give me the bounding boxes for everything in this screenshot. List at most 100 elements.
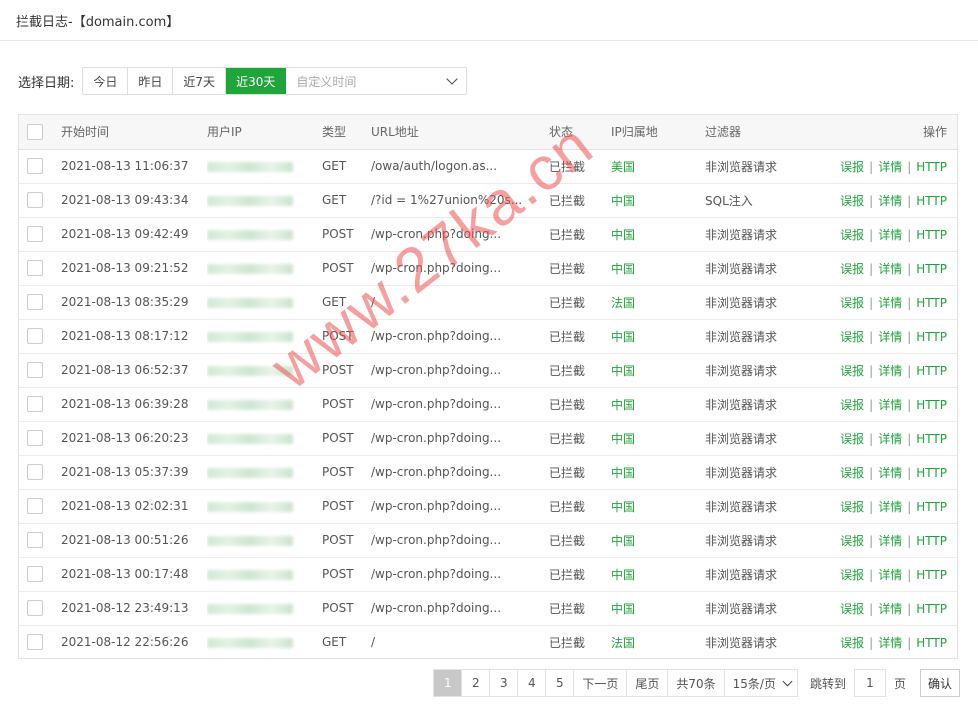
row-checkbox[interactable] <box>27 396 43 412</box>
false-positive-link[interactable]: 误报 <box>840 364 864 378</box>
false-positive-link[interactable]: 误报 <box>840 534 864 548</box>
col-url[interactable]: URL地址 <box>371 115 549 150</box>
date-option-today[interactable]: 今日 <box>83 68 129 94</box>
row-checkbox[interactable] <box>27 362 43 378</box>
http-link[interactable]: HTTP <box>916 262 947 276</box>
row-checkbox[interactable] <box>27 294 43 310</box>
date-option-7days[interactable]: 近7天 <box>173 68 227 94</box>
detail-link[interactable]: 详情 <box>878 636 902 650</box>
false-positive-link[interactable]: 误报 <box>840 398 864 412</box>
detail-link[interactable]: 详情 <box>878 262 902 276</box>
detail-link[interactable]: 详情 <box>878 160 902 174</box>
http-link[interactable]: HTTP <box>916 364 947 378</box>
row-checkbox[interactable] <box>27 600 43 616</box>
row-checkbox[interactable] <box>27 192 43 208</box>
detail-link[interactable]: 详情 <box>878 364 902 378</box>
cell-ip-location[interactable]: 中国 <box>611 387 705 422</box>
row-checkbox[interactable] <box>27 158 43 174</box>
cell-ip-location[interactable]: 中国 <box>611 353 705 388</box>
detail-link[interactable]: 详情 <box>878 330 902 344</box>
false-positive-link[interactable]: 误报 <box>840 500 864 514</box>
cell-user-ip <box>207 251 322 286</box>
page-size-select[interactable]: 15条/页 <box>725 670 797 696</box>
http-link[interactable]: HTTP <box>916 500 947 514</box>
jump-page-input[interactable] <box>853 669 886 697</box>
false-positive-link[interactable]: 误报 <box>840 432 864 446</box>
false-positive-link[interactable]: 误报 <box>840 262 864 276</box>
http-link[interactable]: HTTP <box>916 432 947 446</box>
select-all-checkbox[interactable] <box>27 123 43 140</box>
row-checkbox[interactable] <box>27 566 43 582</box>
row-checkbox[interactable] <box>27 498 43 514</box>
detail-link[interactable]: 详情 <box>878 568 902 582</box>
cell-ip-location[interactable]: 中国 <box>611 489 705 524</box>
row-checkbox[interactable] <box>27 226 43 242</box>
false-positive-link[interactable]: 误报 <box>840 194 864 208</box>
detail-link[interactable]: 详情 <box>878 398 902 412</box>
http-link[interactable]: HTTP <box>916 398 947 412</box>
row-checkbox[interactable] <box>27 328 43 344</box>
http-link[interactable]: HTTP <box>916 636 947 650</box>
row-checkbox[interactable] <box>27 464 43 480</box>
cell-ip-location[interactable]: 法国 <box>611 625 705 659</box>
http-link[interactable]: HTTP <box>916 568 947 582</box>
http-link[interactable]: HTTP <box>916 466 947 480</box>
http-link[interactable]: HTTP <box>916 602 947 616</box>
cell-ip-location[interactable]: 美国 <box>611 149 705 184</box>
http-link[interactable]: HTTP <box>916 330 947 344</box>
col-start-time[interactable]: 开始时间 <box>51 115 207 150</box>
date-option-30days[interactable]: 近30天 <box>226 68 287 94</box>
page-2[interactable]: 2 <box>462 670 491 696</box>
row-checkbox[interactable] <box>27 430 43 446</box>
row-checkbox[interactable] <box>27 634 43 651</box>
detail-link[interactable]: 详情 <box>878 500 902 514</box>
action-separator: | <box>907 159 912 174</box>
http-link[interactable]: HTTP <box>916 228 947 242</box>
detail-link[interactable]: 详情 <box>878 228 902 242</box>
cell-ip-location[interactable]: 中国 <box>611 591 705 626</box>
col-ip-location[interactable]: IP归属地 <box>611 115 705 150</box>
false-positive-link[interactable]: 误报 <box>840 568 864 582</box>
row-checkbox[interactable] <box>27 532 43 548</box>
col-type[interactable]: 类型 <box>322 115 371 150</box>
cell-ip-location[interactable]: 中国 <box>611 523 705 558</box>
false-positive-link[interactable]: 误报 <box>840 160 864 174</box>
http-link[interactable]: HTTP <box>916 160 947 174</box>
http-link[interactable]: HTTP <box>916 534 947 548</box>
cell-ip-location[interactable]: 法国 <box>611 285 705 320</box>
false-positive-link[interactable]: 误报 <box>840 296 864 310</box>
false-positive-link[interactable]: 误报 <box>840 636 864 650</box>
false-positive-link[interactable]: 误报 <box>840 602 864 616</box>
row-checkbox[interactable] <box>27 260 43 276</box>
detail-link[interactable]: 详情 <box>878 432 902 446</box>
http-link[interactable]: HTTP <box>916 194 947 208</box>
col-status[interactable]: 状态 <box>549 115 611 150</box>
http-link[interactable]: HTTP <box>916 296 947 310</box>
detail-link[interactable]: 详情 <box>878 534 902 548</box>
false-positive-link[interactable]: 误报 <box>840 228 864 242</box>
detail-link[interactable]: 详情 <box>878 296 902 310</box>
cell-ip-location[interactable]: 中国 <box>611 557 705 592</box>
date-option-yesterday[interactable]: 昨日 <box>128 68 174 94</box>
page-3[interactable]: 3 <box>490 670 519 696</box>
custom-date-select[interactable]: 自定义时间 <box>286 68 467 94</box>
false-positive-link[interactable]: 误报 <box>840 330 864 344</box>
false-positive-link[interactable]: 误报 <box>840 466 864 480</box>
cell-ip-location[interactable]: 中国 <box>611 455 705 490</box>
detail-link[interactable]: 详情 <box>878 194 902 208</box>
cell-ip-location[interactable]: 中国 <box>611 217 705 252</box>
cell-ip-location[interactable]: 中国 <box>611 251 705 286</box>
detail-link[interactable]: 详情 <box>878 466 902 480</box>
cell-ip-location[interactable]: 中国 <box>611 421 705 456</box>
page-5[interactable]: 5 <box>546 670 575 696</box>
page-1[interactable]: 1 <box>434 670 463 696</box>
cell-ip-location[interactable]: 中国 <box>611 183 705 218</box>
col-filter[interactable]: 过滤器 <box>705 115 825 150</box>
confirm-jump-button[interactable]: 确认 <box>919 669 960 697</box>
next-page-button[interactable]: 下一页 <box>574 670 628 696</box>
detail-link[interactable]: 详情 <box>878 602 902 616</box>
cell-ip-location[interactable]: 中国 <box>611 319 705 354</box>
col-user-ip[interactable]: 用户IP <box>207 115 322 150</box>
page-4[interactable]: 4 <box>518 670 547 696</box>
last-page-button[interactable]: 尾页 <box>627 670 669 696</box>
